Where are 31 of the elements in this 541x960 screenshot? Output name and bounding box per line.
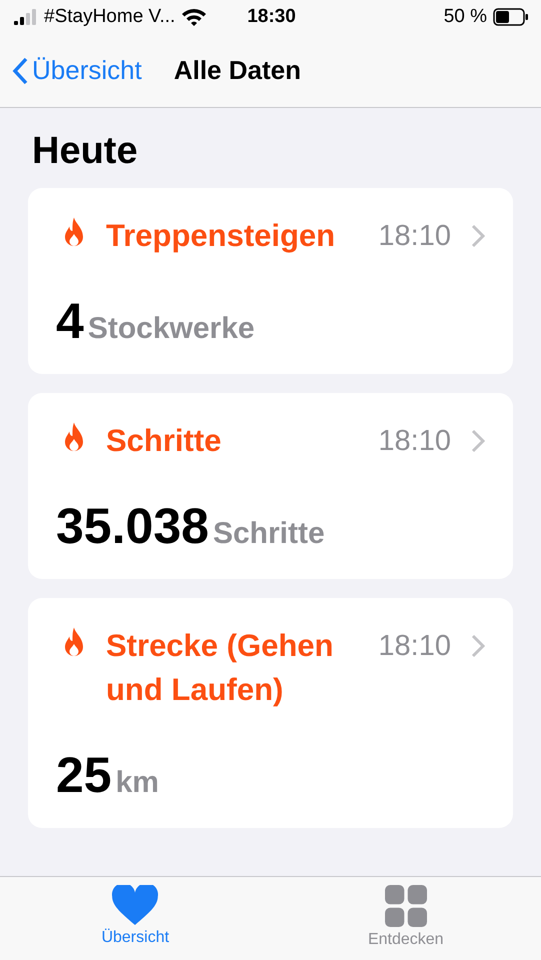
data-card[interactable]: Schritte 18:10 35.038 Schritte [28,393,513,579]
card-title: Strecke (Gehen und Laufen) [106,627,334,709]
signal-icon [14,9,38,25]
chevron-icon [471,429,485,453]
card-unit: Stockwerke [88,312,255,346]
card-unit: Schritte [212,517,325,551]
nav-title: Alle Daten [174,55,301,86]
card-title: Treppensteigen [106,217,336,255]
chevron-icon [471,224,485,248]
chevron-icon [471,634,485,658]
card-time: 18:10 [378,219,451,254]
card-time: 18:10 [378,629,451,664]
clock-time: 18:30 [247,6,296,28]
wifi-icon [181,8,208,26]
back-link[interactable]: Übersicht [12,55,142,86]
card-value: 25 [56,746,112,804]
battery-icon [493,8,530,26]
card-value: 4 [56,292,84,350]
battery-percent: 50 % [444,6,488,28]
card-unit: km [116,766,159,800]
card-value: 35.038 [56,497,209,555]
data-card[interactable]: Strecke (Gehen und Laufen) 18:10 25 km [28,598,513,828]
heart-icon [112,885,158,925]
section-title: Heute [32,130,139,173]
carrier-name: #StayHome V... [44,6,176,28]
card-title: Schritte [106,422,222,460]
tab[interactable]: Übersicht [0,877,270,960]
grid-icon [384,885,427,927]
back-chevron-icon[interactable] [12,56,28,84]
card-time: 18:10 [378,424,451,459]
data-card[interactable]: Treppensteigen 18:10 4Stockwerke [28,188,513,374]
